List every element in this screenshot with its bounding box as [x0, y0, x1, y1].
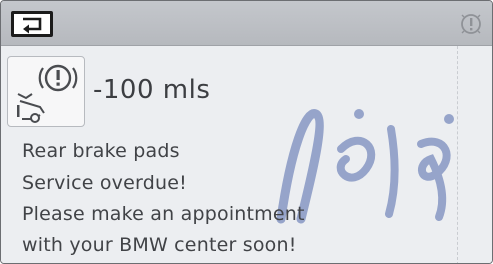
message-line-4: with your BMW center soon! — [22, 234, 297, 256]
info-icon[interactable] — [460, 13, 482, 39]
message-line-2: Service overdue! — [22, 172, 187, 194]
brake-pad-service-icon — [17, 64, 78, 123]
back-button[interactable] — [11, 11, 53, 37]
top-bar — [1, 1, 492, 46]
message-line-3: Please make an appointment — [22, 203, 305, 225]
remaining-distance: -100 mls — [93, 75, 211, 105]
warning-icon-box — [7, 56, 85, 127]
return-arrow-icon — [23, 17, 42, 34]
idrive-display: -100 mls Rear brake pads Service overdue… — [0, 0, 493, 264]
message-line-1: Rear brake pads — [22, 140, 180, 162]
